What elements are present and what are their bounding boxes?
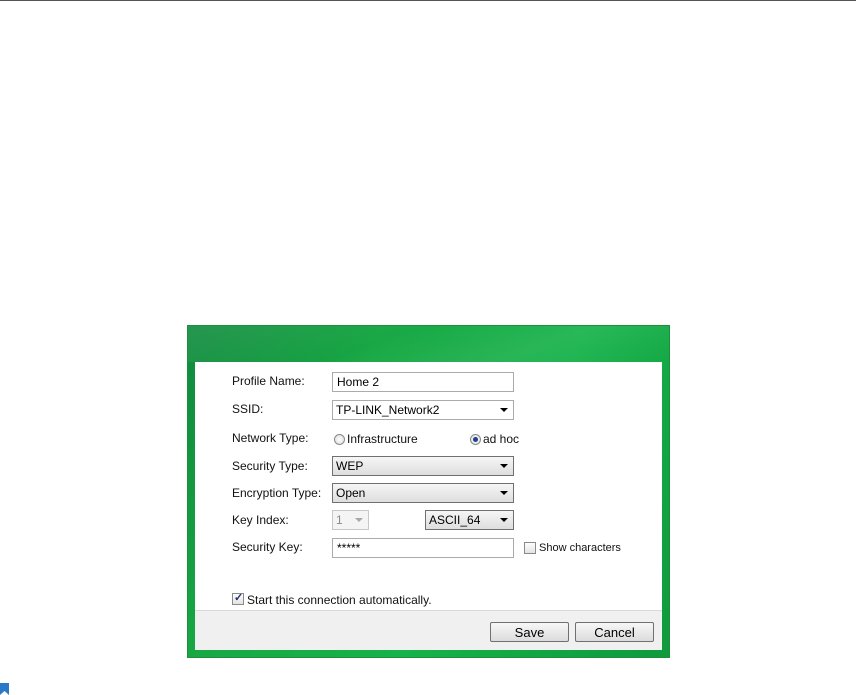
dialog-body: Profile Name: SSID: TP-LINK_Network2 Net… bbox=[195, 362, 662, 610]
chevron-down-icon bbox=[500, 408, 508, 412]
save-button[interactable]: Save bbox=[490, 622, 569, 642]
security-key-label: Security Key: bbox=[232, 540, 303, 554]
radio-infrastructure-label: Infrastructure bbox=[347, 432, 418, 446]
profile-name-input[interactable] bbox=[332, 372, 514, 392]
radio-infrastructure[interactable] bbox=[334, 434, 345, 445]
top-rule bbox=[0, 0, 856, 1]
encryption-type-select[interactable]: Open bbox=[332, 483, 514, 503]
auto-start-label: Start this connection automatically. bbox=[247, 593, 432, 607]
chevron-down-icon bbox=[500, 518, 508, 522]
checkmark-icon: ✓ bbox=[234, 592, 244, 604]
cancel-button[interactable]: Cancel bbox=[575, 622, 654, 642]
dialog-footer: Save Cancel bbox=[195, 610, 662, 650]
key-index-label: Key Index: bbox=[232, 513, 289, 527]
encryption-type-label: Encryption Type: bbox=[232, 486, 322, 500]
ssid-combobox[interactable]: TP-LINK_Network2 bbox=[332, 400, 514, 420]
chevron-down-icon bbox=[355, 518, 363, 522]
key-index-select[interactable]: 1 bbox=[332, 510, 369, 530]
chevron-down-icon bbox=[500, 464, 508, 468]
profile-dialog: Profile Name: SSID: TP-LINK_Network2 Net… bbox=[187, 325, 670, 658]
radio-ad-hoc[interactable] bbox=[470, 434, 481, 445]
key-format-value: ASCII_64 bbox=[429, 513, 481, 527]
bookmark-icon bbox=[0, 683, 9, 695]
show-characters-label: Show characters bbox=[539, 542, 621, 554]
show-characters-checkbox[interactable] bbox=[524, 542, 536, 554]
security-type-value: WEP bbox=[336, 459, 364, 473]
ssid-label: SSID: bbox=[232, 402, 264, 416]
ssid-value: TP-LINK_Network2 bbox=[336, 403, 440, 417]
radio-ad-hoc-label: ad hoc bbox=[483, 432, 520, 446]
security-type-label: Security Type: bbox=[232, 459, 308, 473]
key-format-select[interactable]: ASCII_64 bbox=[425, 510, 514, 530]
security-type-select[interactable]: WEP bbox=[332, 456, 514, 476]
auto-start-checkbox[interactable]: ✓ bbox=[232, 592, 244, 605]
chevron-down-icon bbox=[500, 491, 508, 495]
security-key-input[interactable] bbox=[332, 538, 514, 558]
network-type-label: Network Type: bbox=[232, 431, 309, 445]
dialog-header bbox=[188, 326, 669, 362]
profile-name-label: Profile Name: bbox=[232, 374, 305, 388]
encryption-type-value: Open bbox=[336, 486, 366, 500]
key-index-value: 1 bbox=[336, 513, 343, 527]
